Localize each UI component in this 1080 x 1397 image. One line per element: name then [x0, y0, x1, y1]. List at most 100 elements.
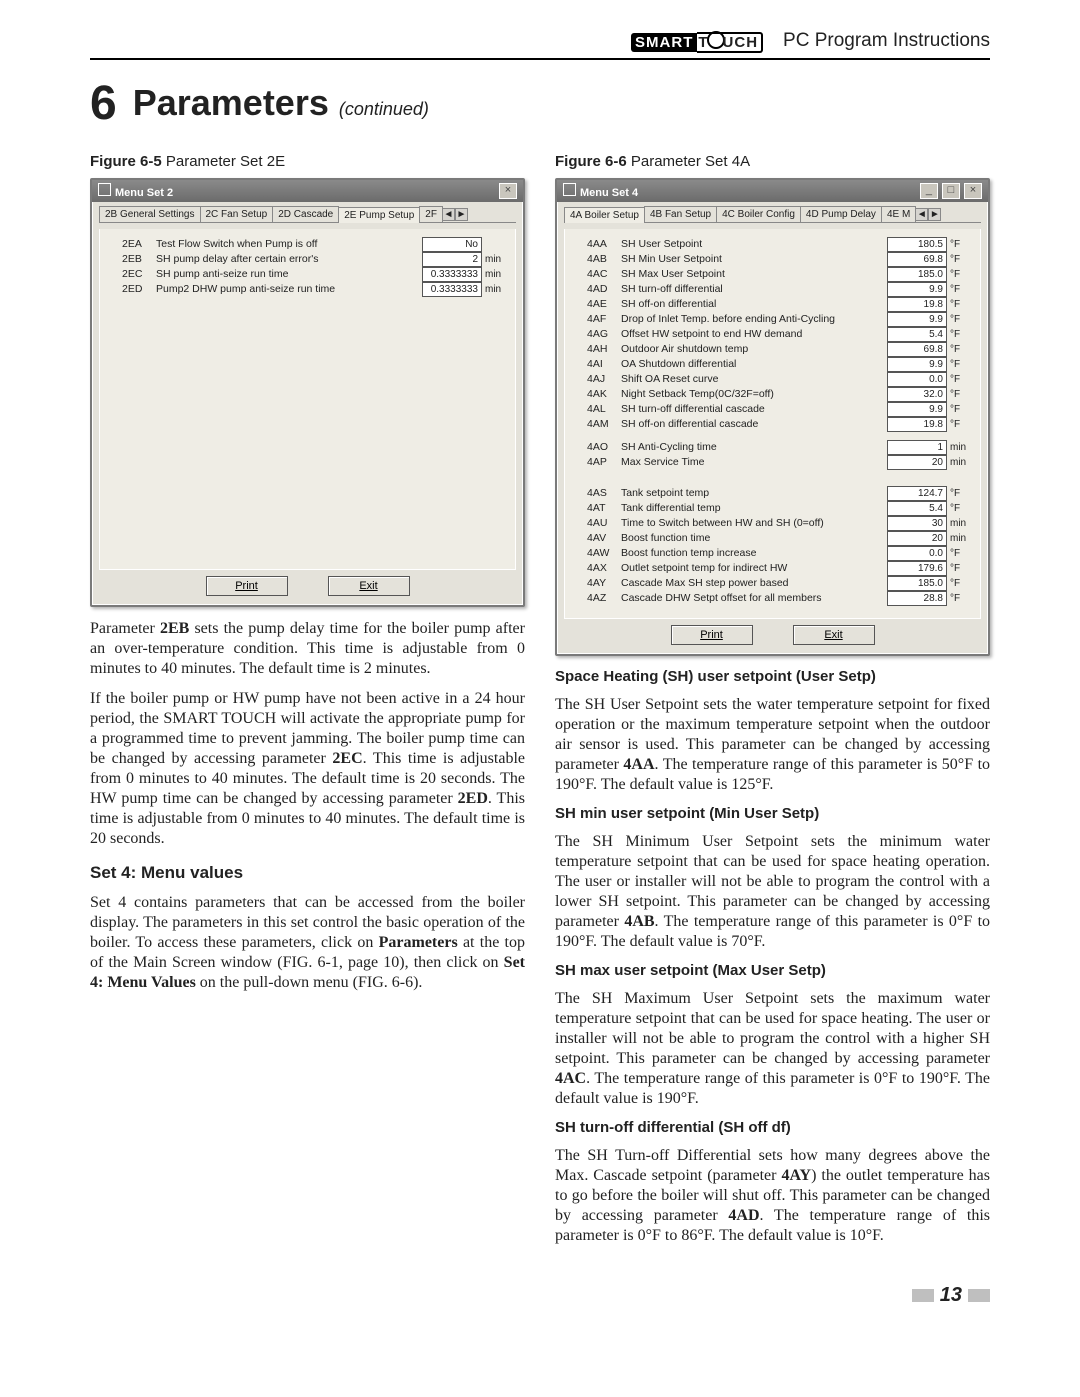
- param-value-input[interactable]: 30: [887, 516, 947, 531]
- param-value-input[interactable]: 32.0: [887, 387, 947, 402]
- param-code: 4AJ: [587, 372, 621, 387]
- tab-4A[interactable]: 4A Boiler Setup: [564, 207, 645, 223]
- param-value-input[interactable]: 0.3333333: [422, 267, 482, 282]
- param-value-input[interactable]: 5.4: [887, 501, 947, 516]
- param-value-input[interactable]: 185.0: [887, 267, 947, 282]
- tab-bar: 2B General Settings2C Fan Setup2D Cascad…: [99, 206, 516, 223]
- param-unit: °F: [950, 591, 972, 606]
- print-button[interactable]: Print: [206, 576, 288, 596]
- param-code: 4AH: [587, 342, 621, 357]
- tab-2B[interactable]: 2B General Settings: [99, 206, 201, 222]
- o-icon: [707, 31, 725, 49]
- tab-4B[interactable]: 4B Fan Setup: [644, 206, 717, 222]
- tab-4E[interactable]: 4E M: [881, 206, 916, 222]
- param-row: 4ATTank differential temp5.4°F: [587, 501, 972, 516]
- param-code: 2EC: [122, 267, 156, 282]
- param-label: SH pump delay after certain error's: [156, 252, 422, 267]
- tab-scroll-left-icon[interactable]: ◄: [915, 208, 928, 221]
- param-unit: min: [485, 267, 507, 282]
- exit-button[interactable]: Exit: [793, 625, 875, 645]
- heading-user-setp: Space Heating (SH) user setpoint (User S…: [555, 668, 990, 685]
- param-label: Cascade DHW Setpt offset for all members: [621, 591, 887, 606]
- param-value-input[interactable]: 9.9: [887, 312, 947, 327]
- param-value-input[interactable]: 28.8: [887, 591, 947, 606]
- param-label: Tank differential temp: [621, 501, 887, 516]
- tab-2F[interactable]: 2F: [419, 206, 443, 222]
- param-value-input[interactable]: 180.5: [887, 237, 947, 252]
- paragraph-2ec-2ed: If the boiler pump or HW pump have not b…: [90, 689, 525, 849]
- param-value-input[interactable]: 2: [422, 252, 482, 267]
- tab-2D[interactable]: 2D Cascade: [272, 206, 339, 222]
- print-button[interactable]: Print: [671, 625, 753, 645]
- param-unit: °F: [950, 486, 972, 501]
- param-value-input[interactable]: 9.9: [887, 402, 947, 417]
- param-value-input[interactable]: 9.9: [887, 357, 947, 372]
- window-icon: [563, 183, 576, 196]
- tab-4D[interactable]: 4D Pump Delay: [800, 206, 882, 222]
- paragraph-min-user-setp: The SH Minimum User Setpoint sets the mi…: [555, 832, 990, 952]
- param-value-input[interactable]: 0.0: [887, 546, 947, 561]
- param-code: 4AX: [587, 561, 621, 576]
- param-code: 4AD: [587, 282, 621, 297]
- param-value-input[interactable]: 124.7: [887, 486, 947, 501]
- param-code: 4AA: [587, 237, 621, 252]
- param-row: 4AWBoost function temp increase0.0°F: [587, 546, 972, 561]
- param-unit: °F: [950, 237, 972, 252]
- param-label: SH turn-off differential: [621, 282, 887, 297]
- param-code: 4AZ: [587, 591, 621, 606]
- dialog-titlebar[interactable]: Menu Set 2 ×: [92, 180, 523, 202]
- param-code: 4AT: [587, 501, 621, 516]
- param-label: Test Flow Switch when Pump is off: [156, 237, 422, 252]
- tab-scroll-left-icon[interactable]: ◄: [442, 208, 455, 221]
- tab-4C[interactable]: 4C Boiler Config: [716, 206, 801, 222]
- param-row: 4AUTime to Switch between HW and SH (0=o…: [587, 516, 972, 531]
- param-value-input[interactable]: 185.0: [887, 576, 947, 591]
- param-value-input[interactable]: No: [422, 237, 482, 252]
- param-value-input[interactable]: 0.0: [887, 372, 947, 387]
- set4-heading: Set 4: Menu values: [90, 863, 525, 883]
- paragraph-2eb: Parameter 2EB sets the pump delay time f…: [90, 619, 525, 679]
- param-label: SH Min User Setpoint: [621, 252, 887, 267]
- close-icon[interactable]: ×: [499, 183, 517, 199]
- param-value-input[interactable]: 5.4: [887, 327, 947, 342]
- minimize-icon[interactable]: _: [920, 183, 938, 199]
- param-row: 4ALSH turn-off differential cascade9.9°F: [587, 402, 972, 417]
- footer-block-icon: [912, 1289, 934, 1302]
- param-label: Boost function time: [621, 531, 887, 546]
- maximize-icon[interactable]: □: [942, 183, 960, 199]
- close-icon[interactable]: ×: [964, 183, 982, 199]
- param-value-input[interactable]: 69.8: [887, 342, 947, 357]
- tab-2E[interactable]: 2E Pump Setup: [338, 207, 420, 223]
- param-value-input[interactable]: 0.3333333: [422, 282, 482, 297]
- param-unit: °F: [950, 387, 972, 402]
- param-value-input[interactable]: 1: [887, 440, 947, 455]
- parameter-panel: 4AASH User Setpoint180.5°F4ABSH Min User…: [564, 229, 981, 619]
- paragraph-user-setp: The SH User Setpoint sets the water temp…: [555, 695, 990, 795]
- param-label: Night Setback Temp(0C/32F=off): [621, 387, 887, 402]
- param-value-input[interactable]: 20: [887, 455, 947, 470]
- dialog-titlebar[interactable]: Menu Set 4 _ □ ×: [557, 180, 988, 202]
- param-value-input[interactable]: 20: [887, 531, 947, 546]
- exit-button[interactable]: Exit: [328, 576, 410, 596]
- param-row: 4ACSH Max User Setpoint185.0°F: [587, 267, 972, 282]
- param-value-input[interactable]: 9.9: [887, 282, 947, 297]
- param-value-input[interactable]: 179.6: [887, 561, 947, 576]
- param-unit: min: [485, 282, 507, 297]
- param-code: 4AL: [587, 402, 621, 417]
- param-code: 2ED: [122, 282, 156, 297]
- window-icon: [98, 183, 111, 196]
- param-label: SH User Setpoint: [621, 237, 887, 252]
- paragraph-sh-off-df: The SH Turn-off Differential sets how ma…: [555, 1146, 990, 1246]
- tab-scroll-right-icon[interactable]: ►: [455, 208, 468, 221]
- param-label: Time to Switch between HW and SH (0=off): [621, 516, 887, 531]
- param-value-input[interactable]: 69.8: [887, 252, 947, 267]
- param-value-input[interactable]: 19.8: [887, 417, 947, 432]
- param-unit: °F: [950, 402, 972, 417]
- tab-bar: 4A Boiler Setup4B Fan Setup4C Boiler Con…: [564, 206, 981, 223]
- param-row: 4AOSH Anti-Cycling time1min: [587, 440, 972, 455]
- param-value-input[interactable]: 19.8: [887, 297, 947, 312]
- tab-2C[interactable]: 2C Fan Setup: [200, 206, 274, 222]
- param-label: SH pump anti-seize run time: [156, 267, 422, 282]
- menu-set-2-dialog: Menu Set 2 × 2B General Settings2C Fan S…: [90, 178, 525, 607]
- tab-scroll-right-icon[interactable]: ►: [928, 208, 941, 221]
